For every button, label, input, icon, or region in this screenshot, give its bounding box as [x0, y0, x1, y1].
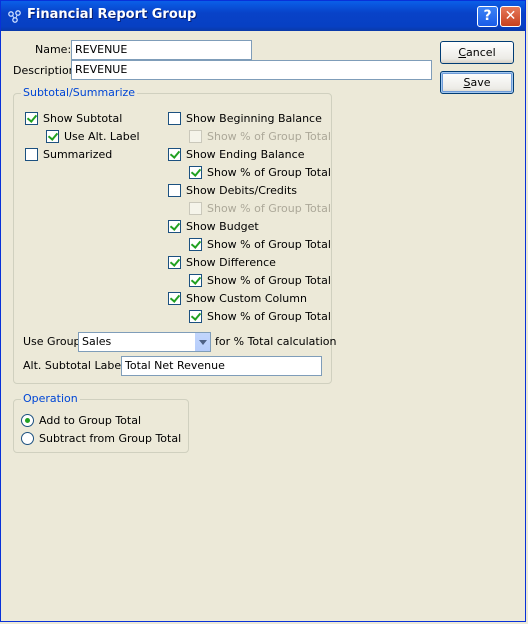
use-group-value: Sales: [82, 335, 112, 348]
show-subtotal-checkbox[interactable]: [25, 112, 38, 125]
operation-legend: Operation: [21, 392, 80, 405]
ending-balance-pct-label: Show % of Group Total: [207, 166, 331, 179]
alt-subtotal-label: Alt. Subtotal Label:: [23, 359, 128, 372]
use-alt-label-checkbox[interactable]: [46, 130, 59, 143]
debits-credits-pct-checkbox: [189, 202, 202, 215]
name-field[interactable]: REVENUE: [71, 40, 252, 60]
show-budget-label: Show Budget: [186, 220, 259, 233]
add-to-group-total-label: Add to Group Total: [39, 414, 142, 427]
add-to-group-total-radio[interactable]: [21, 414, 34, 427]
show-ending-balance-label: Show Ending Balance: [186, 148, 305, 161]
show-custom-column-label: Show Custom Column: [186, 292, 307, 305]
show-subtotal-label: Show Subtotal: [43, 112, 123, 125]
budget-pct-label: Show % of Group Total: [207, 238, 331, 251]
close-button[interactable]: ✕: [500, 6, 521, 27]
cancel-button[interactable]: Cancel: [440, 41, 514, 64]
help-button[interactable]: ?: [477, 6, 498, 27]
show-debits-credits-label: Show Debits/Credits: [186, 184, 298, 197]
budget-pct-checkbox[interactable]: [189, 238, 202, 251]
window-title: Financial Report Group: [27, 7, 197, 22]
name-label: Name:: [35, 43, 72, 56]
show-beginning-balance-label: Show Beginning Balance: [186, 112, 322, 125]
show-budget-checkbox[interactable]: [168, 220, 181, 233]
show-ending-balance-checkbox[interactable]: [168, 148, 181, 161]
beginning-balance-pct-checkbox: [189, 130, 202, 143]
save-button[interactable]: Save: [440, 71, 514, 94]
show-debits-credits-checkbox[interactable]: [168, 184, 181, 197]
alt-subtotal-field[interactable]: Total Net Revenue: [121, 356, 322, 376]
subtract-from-group-total-label: Subtract from Group Total: [39, 432, 182, 445]
description-field[interactable]: REVENUE: [71, 60, 432, 80]
beginning-balance-pct-label: Show % of Group Total: [207, 130, 331, 143]
subtract-from-group-total-radio[interactable]: [21, 432, 34, 445]
title-bar[interactable]: Financial Report Group ? ✕: [1, 1, 525, 31]
use-alt-label-label: Use Alt. Label: [64, 130, 140, 143]
custom-column-pct-label: Show % of Group Total: [207, 310, 331, 323]
chevron-down-icon[interactable]: [194, 333, 210, 351]
difference-pct-label: Show % of Group Total: [207, 274, 331, 287]
summarized-label: Summarized: [43, 148, 113, 161]
use-group-select[interactable]: Sales: [78, 332, 211, 352]
custom-column-pct-checkbox[interactable]: [189, 310, 202, 323]
summarized-checkbox[interactable]: [25, 148, 38, 161]
description-label: Description: [13, 64, 76, 77]
difference-pct-checkbox[interactable]: [189, 274, 202, 287]
debits-credits-pct-label: Show % of Group Total: [207, 202, 331, 215]
show-difference-checkbox[interactable]: [168, 256, 181, 269]
pct-calc-label: for % Total calculation: [215, 335, 337, 348]
show-custom-column-checkbox[interactable]: [168, 292, 181, 305]
show-difference-label: Show Difference: [186, 256, 276, 269]
use-group-label: Use Group: [23, 335, 81, 348]
subtotal-summarize-legend: Subtotal/Summarize: [21, 86, 138, 99]
dialog-window: Financial Report Group ? ✕ Name: REVENUE…: [0, 0, 526, 622]
ending-balance-pct-checkbox[interactable]: [189, 166, 202, 179]
app-icon: [8, 10, 21, 23]
show-beginning-balance-checkbox[interactable]: [168, 112, 181, 125]
